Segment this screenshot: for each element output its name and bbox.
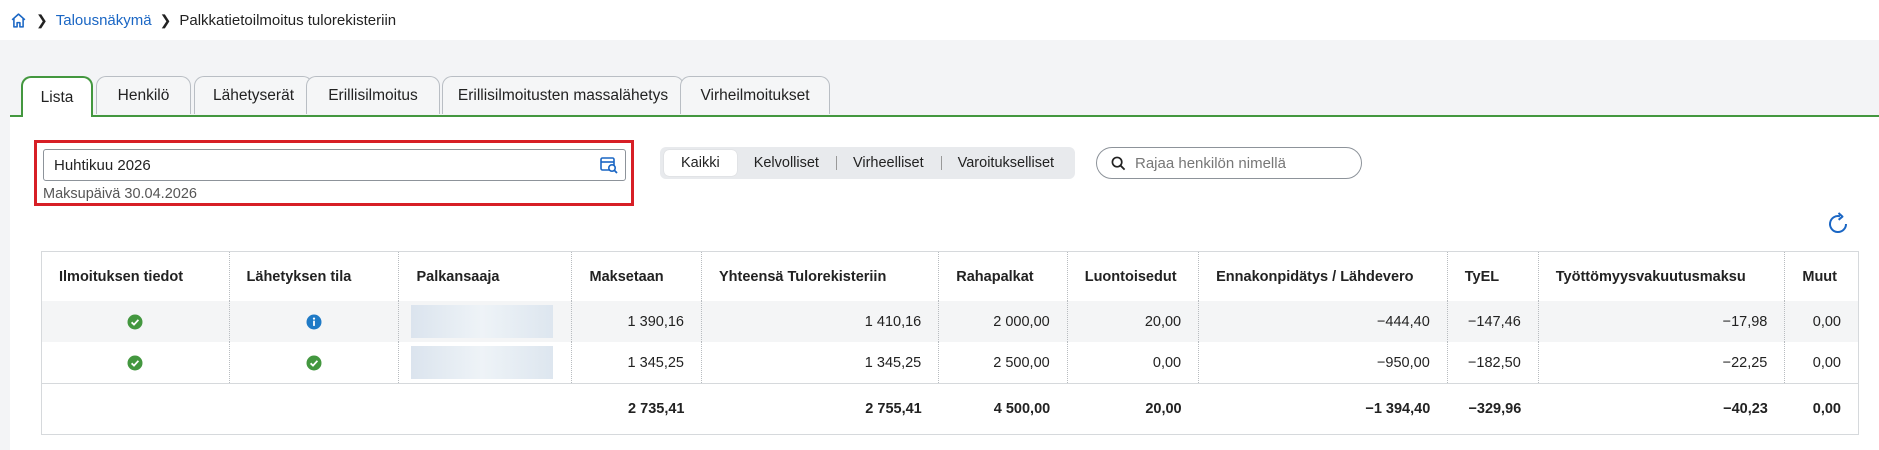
luontoisedut-cell: 0,00 [1066,342,1199,384]
payee-name-redacted [411,305,554,338]
breadcrumb: ❯ Talousnäkymä ❯ Palkkatietoilmoitus tul… [0,0,1879,40]
filter-virheelliset[interactable]: Virheelliset [835,150,941,176]
check-circle-icon[interactable] [306,355,322,371]
period-selector-highlight: Huhtikuu 2026 Maksupäivä 30.04.2026 [34,140,634,206]
muut-cell: 0,00 [1784,301,1859,342]
info-circle-icon[interactable] [306,314,322,330]
tab-erillisilmoitus[interactable]: Erillisilmoitus [306,76,440,114]
tab-virheilmoitukset[interactable]: Virheilmoitukset [680,76,830,114]
ennakonpidatys-cell: −444,40 [1198,301,1448,342]
send-status-cell [228,342,399,384]
total-muut: 0,00 [1812,401,1841,417]
filter-kaikki[interactable]: Kaikki [664,150,737,176]
filter-kelvolliset[interactable]: Kelvolliset [737,150,836,176]
calendar-search-icon[interactable] [599,155,619,175]
tyottomyys-cell: −17,98 [1537,301,1785,342]
tab-lahetyserat[interactable]: Lähetyserät [194,76,313,114]
totals-empty-cell [399,384,572,435]
col-palkansaaja[interactable]: Palkansaaja [398,251,572,301]
table-row[interactable]: 1 390,16 1 410,16 2 000,00 20,00 −444,40… [41,301,1859,342]
info-status-cell [42,301,230,342]
total-luontoisedut: 20,00 [1145,401,1182,417]
list-panel: Huhtikuu 2026 Maksupäivä 30.04.2026 Kaik… [10,117,1879,450]
rahapalkat-cell: 2 000,00 [938,301,1068,342]
totals-empty-cell [229,384,399,435]
payroll-table: Ilmoituksen tiedot Lähetyksen tila Palka… [41,251,1859,435]
filter-varoitukselliset[interactable]: Varoitukselliset [940,150,1071,176]
col-ennakonpidatys[interactable]: Ennakonpidätys / Lähdevero [1198,251,1448,301]
table-row[interactable]: 1 345,25 1 345,25 2 500,00 0,00 −950,00 … [41,342,1859,384]
chevron-right-icon: ❯ [159,11,172,28]
tyel-cell: −182,50 [1446,342,1539,384]
luontoisedut-cell: 20,00 [1066,301,1199,342]
col-yhteensa-tulorekisteriin[interactable]: Yhteensä Tulorekisteriin [700,251,939,301]
payee-cell [398,301,572,342]
search-icon [1111,156,1126,171]
col-tyel[interactable]: TyEL [1446,251,1539,301]
tab-erillisilmoitusten-massalahetys[interactable]: Erillisilmoitusten massalähetys [442,76,684,114]
tab-lista[interactable]: Lista [21,76,93,117]
ennakonpidatys-cell: −950,00 [1198,342,1448,384]
yhteensa-cell: 1 345,25 [700,342,939,384]
chevron-right-icon: ❯ [36,11,48,28]
home-icon[interactable] [8,10,28,30]
totals-row: 2 735,41 2 755,41 4 500,00 20,00 −1 394,… [42,384,1859,435]
col-lahetyksen-tila[interactable]: Lähetyksen tila [228,251,399,301]
rahapalkat-cell: 2 500,00 [938,342,1068,384]
refresh-icon[interactable] [1825,211,1851,237]
maksetaan-cell: 1 345,25 [571,342,702,384]
tyottomyys-cell: −22,25 [1537,342,1785,384]
col-muut[interactable]: Muut [1784,251,1859,301]
period-value: Huhtikuu 2026 [54,156,151,174]
tyel-cell: −147,46 [1446,301,1539,342]
yhteensa-cell: 1 410,16 [700,301,939,342]
total-rahapalkat: 4 500,00 [993,401,1051,417]
total-yhteensa: 2 755,41 [865,401,922,417]
maksetaan-cell: 1 390,16 [571,301,702,342]
payee-cell [398,342,572,384]
col-rahapalkat[interactable]: Rahapalkat [938,251,1068,301]
payday-text: Maksupäivä 30.04.2026 [43,186,197,202]
search-placeholder: Rajaa henkilön nimellä [1135,154,1286,172]
period-input[interactable]: Huhtikuu 2026 [43,149,626,181]
table-header-row: Ilmoituksen tiedot Lähetyksen tila Palka… [42,251,1859,302]
muut-cell: 0,00 [1784,342,1859,384]
col-ilmoituksen-tiedot[interactable]: Ilmoituksen tiedot [42,252,230,302]
check-circle-icon[interactable] [127,314,143,330]
send-status-cell [228,301,399,342]
info-status-cell [42,342,230,384]
tab-henkilo[interactable]: Henkilö [96,76,191,114]
breadcrumb-current: Palkkatietoilmoitus tulorekisteriin [179,11,397,29]
col-maksetaan[interactable]: Maksetaan [571,251,702,301]
col-luontoisedut[interactable]: Luontoisedut [1066,251,1199,301]
total-tyottomyys: −40,23 [1723,401,1768,417]
total-maksetaan: 2 735,41 [628,401,685,417]
payee-name-redacted [411,346,554,379]
totals-empty-cell [42,384,230,435]
breadcrumb-talousnakyma[interactable]: Talousnäkymä [56,12,152,29]
col-tyottomyysvakuutusmaksu[interactable]: Työttömyysvakuutusmaksu [1537,251,1785,301]
status-filter: Kaikki Kelvolliset Virheelliset Varoituk… [660,147,1076,179]
search-input[interactable]: Rajaa henkilön nimellä [1096,147,1362,179]
tab-bar: Lista Henkilö Lähetyserät Erillisilmoitu… [10,76,1879,117]
total-ennakonpidatys: −1 394,40 [1365,401,1431,417]
check-circle-icon[interactable] [127,355,143,371]
total-tyel: −329,96 [1468,401,1522,417]
